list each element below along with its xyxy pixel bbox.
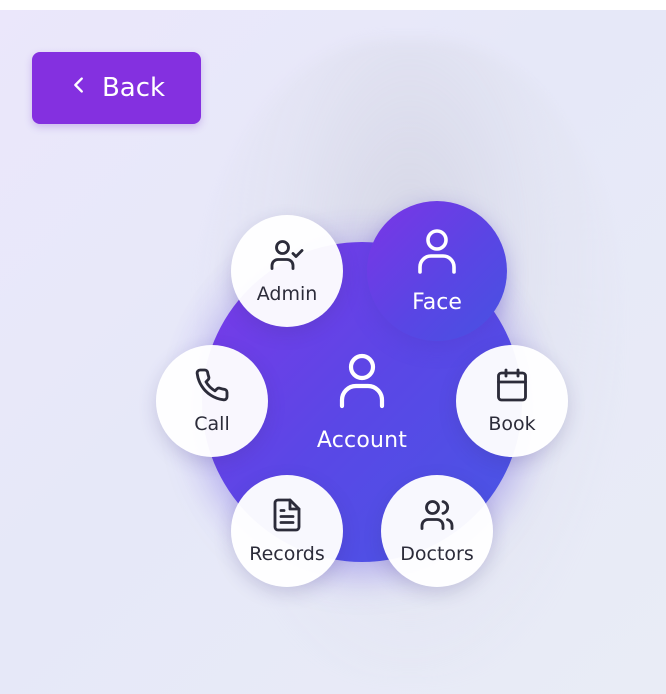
back-button[interactable]: Back (32, 52, 201, 124)
admin-button[interactable]: Admin (231, 215, 343, 327)
phone-icon (194, 367, 230, 413)
admin-label: Admin (256, 283, 318, 305)
top-bar (0, 0, 666, 10)
chevron-left-icon (68, 73, 90, 103)
user-icon (417, 228, 457, 290)
records-button[interactable]: Records (231, 475, 343, 587)
call-label: Call (194, 413, 230, 435)
records-label: Records (249, 543, 325, 565)
account-center[interactable]: Account (292, 352, 432, 462)
call-button[interactable]: Call (156, 345, 268, 457)
face-label: Face (412, 289, 462, 315)
account-label: Account (316, 428, 408, 453)
calendar-icon (494, 367, 530, 413)
user-check-icon (269, 237, 305, 283)
back-button-label: Back (101, 73, 166, 103)
file-text-icon (269, 497, 305, 543)
doctors-button[interactable]: Doctors (381, 475, 493, 587)
users-icon (419, 497, 455, 543)
face-button[interactable]: Face (367, 201, 507, 341)
user-icon (338, 352, 386, 414)
book-button[interactable]: Book (456, 345, 568, 457)
doctors-label: Doctors (400, 543, 474, 565)
book-label: Book (488, 413, 536, 435)
